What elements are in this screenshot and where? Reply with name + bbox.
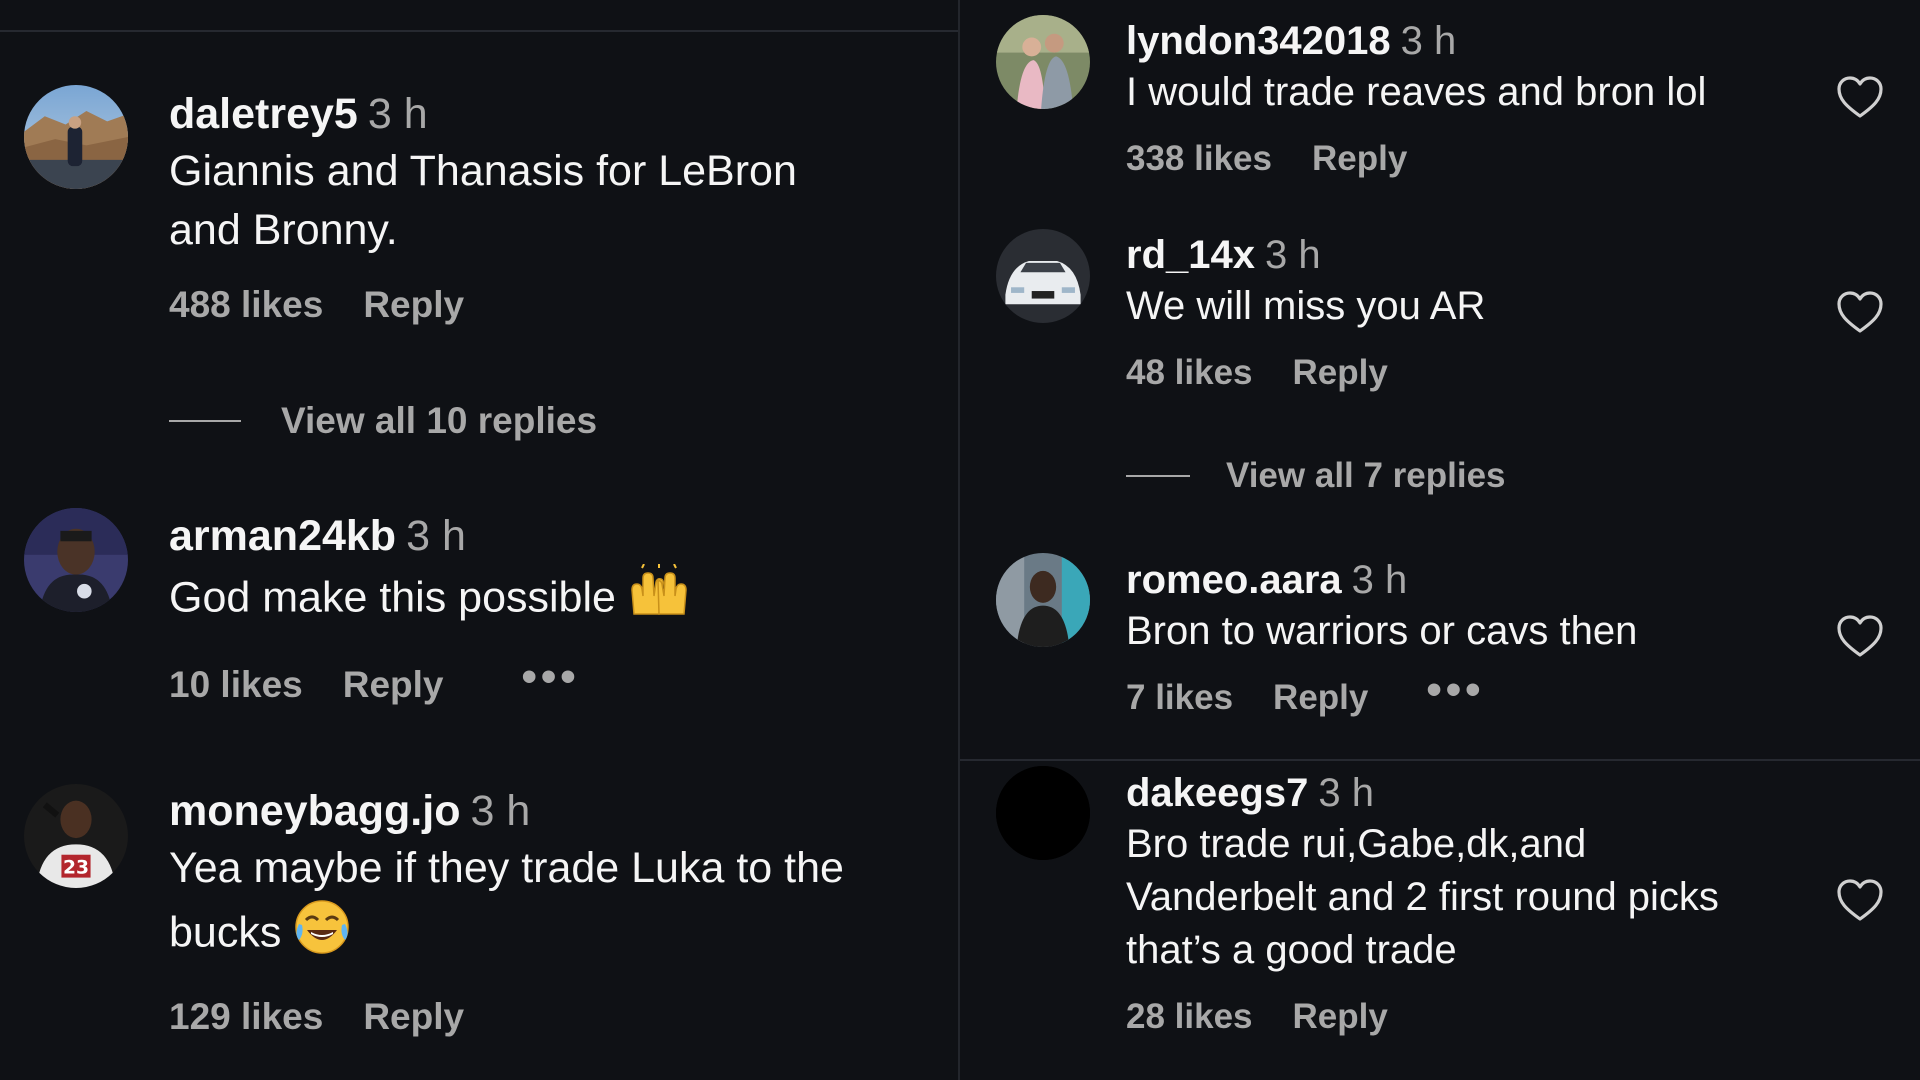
- comment-text-row: bucks: [169, 898, 949, 972]
- reply-button[interactable]: Reply: [363, 284, 464, 326]
- avatar[interactable]: [24, 85, 128, 189]
- heart-outline-icon: [1837, 879, 1883, 921]
- reply-button[interactable]: Reply: [343, 664, 444, 706]
- svg-text:23: 23: [63, 857, 89, 878]
- avatar[interactable]: [996, 15, 1090, 109]
- likes-count[interactable]: 48 likes: [1126, 353, 1253, 393]
- comment-text-line: and Bronny.: [169, 206, 398, 254]
- heart-outline-icon: [1837, 76, 1883, 118]
- like-button[interactable]: [1836, 614, 1884, 658]
- timestamp: 3 h: [1318, 771, 1374, 815]
- comment-text-line: God make this possible: [169, 573, 616, 622]
- username[interactable]: daletrey5: [169, 90, 358, 138]
- timestamp: 3 h: [1264, 233, 1321, 277]
- left-comments-panel: daletrey5 3 h Giannis and Thanasis for Le…: [0, 0, 958, 1080]
- reply-button[interactable]: Reply: [1312, 139, 1407, 179]
- person-photo-avatar: [996, 553, 1090, 647]
- comment-text: Bro trade rui,Gabe,dk,and Vanderbelt and…: [1126, 818, 1826, 977]
- likes-count[interactable]: 338 likes: [1126, 139, 1272, 179]
- view-replies-label: View all 7 replies: [1226, 456, 1506, 495]
- likes-count[interactable]: 129 likes: [169, 996, 323, 1038]
- username[interactable]: moneybagg.jo: [169, 787, 460, 835]
- avatar[interactable]: [996, 766, 1090, 860]
- avatar[interactable]: [996, 553, 1090, 647]
- comment-meta: 7 likes Reply •••: [1126, 668, 1766, 718]
- replies-dash: [169, 420, 241, 422]
- comment-text: I would trade reaves and bron lol: [1126, 66, 1766, 119]
- black-avatar: [996, 766, 1090, 860]
- comment-text-line: that’s a good trade: [1126, 928, 1457, 972]
- timestamp: 3 h: [1351, 558, 1408, 602]
- raising-hands-emoji: [628, 563, 690, 636]
- comment-text: God make this possible: [169, 563, 929, 636]
- heart-outline-icon: [1837, 291, 1883, 333]
- reply-button[interactable]: Reply: [363, 996, 464, 1038]
- comment-meta: 28 likes Reply: [1126, 997, 1826, 1037]
- likes-count[interactable]: 7 likes: [1126, 678, 1233, 718]
- view-replies-button[interactable]: View all 10 replies: [169, 400, 597, 442]
- username[interactable]: lyndon342018: [1126, 19, 1391, 63]
- username[interactable]: romeo.aara: [1126, 558, 1342, 602]
- top-divider: [0, 30, 958, 32]
- comment-text-line: bucks: [169, 908, 282, 957]
- comment-meta: 488 likes Reply: [169, 284, 929, 326]
- comment-text-line: Yea maybe if they trade Luka to the: [169, 844, 844, 892]
- comment-header: lyndon342018 3 h: [1126, 16, 1766, 66]
- comment-header: daletrey5 3 h: [169, 88, 929, 140]
- comment-header: rd_14x 3 h: [1126, 230, 1766, 280]
- comment-header: romeo.aara 3 h: [1126, 555, 1766, 605]
- comment-text-line: We will miss you AR: [1126, 284, 1486, 328]
- white-car-photo-avatar: [996, 229, 1090, 323]
- replies-dash: [1126, 475, 1190, 477]
- person-photo-avatar: [24, 508, 128, 612]
- tears-of-joy-emoji: [293, 898, 351, 972]
- more-options-button[interactable]: •••: [1426, 668, 1484, 712]
- comment-text: Bron to warriors or cavs then: [1126, 605, 1766, 658]
- username[interactable]: rd_14x: [1126, 233, 1255, 277]
- likes-count[interactable]: 488 likes: [169, 284, 323, 326]
- likes-count[interactable]: 10 likes: [169, 664, 303, 706]
- right-comments-panel: lyndon342018 3 h I would trade reaves and…: [960, 0, 1920, 1080]
- like-button[interactable]: [1836, 75, 1884, 119]
- comment-text: Giannis and Thanasis for LeBron and Bron…: [169, 142, 929, 260]
- comment-text-line: Vanderbelt and 2 first round picks: [1126, 875, 1719, 919]
- comment-header: moneybagg.jo 3 h: [169, 785, 949, 837]
- comment-header: dakeegs7 3 h: [1126, 768, 1826, 818]
- comment-meta: 338 likes Reply: [1126, 139, 1766, 179]
- comment-meta: 129 likes Reply: [169, 996, 949, 1038]
- timestamp: 3 h: [470, 787, 531, 835]
- comment-meta: 10 likes Reply •••: [169, 655, 929, 706]
- comment-text-line: I would trade reaves and bron lol: [1126, 70, 1707, 114]
- comment-text-line: Giannis and Thanasis for LeBron: [169, 147, 797, 195]
- like-button[interactable]: [1836, 290, 1884, 334]
- comment-text-line: Bro trade rui,Gabe,dk,and: [1126, 822, 1587, 866]
- timestamp: 3 h: [406, 512, 466, 560]
- couple-photo-avatar: [996, 15, 1090, 109]
- heart-outline-icon: [1837, 615, 1883, 657]
- view-replies-label: View all 10 replies: [281, 400, 598, 441]
- timestamp: 3 h: [367, 90, 428, 138]
- like-button[interactable]: [1836, 878, 1884, 922]
- username[interactable]: dakeegs7: [1126, 771, 1308, 815]
- reply-button[interactable]: Reply: [1293, 997, 1388, 1037]
- avatar[interactable]: 23: [24, 784, 128, 888]
- username[interactable]: arman24kb: [169, 512, 396, 560]
- comment-text-line: Bron to warriors or cavs then: [1126, 609, 1638, 653]
- avatar[interactable]: [24, 508, 128, 612]
- comment-meta: 48 likes Reply: [1126, 353, 1766, 393]
- comment-header: arman24kb 3 h: [169, 510, 929, 562]
- view-replies-button[interactable]: View all 7 replies: [1126, 456, 1506, 496]
- section-divider: [960, 759, 1920, 761]
- jersey-23-photo-avatar: 23: [24, 784, 128, 888]
- more-options-button[interactable]: •••: [522, 655, 580, 699]
- timestamp: 3 h: [1400, 19, 1457, 63]
- avatar[interactable]: [996, 229, 1090, 323]
- comment-text: Yea maybe if they trade Luka to the buck…: [169, 839, 949, 972]
- comment-text: We will miss you AR: [1126, 280, 1766, 333]
- landscape-photo-avatar: [24, 85, 128, 189]
- reply-button[interactable]: Reply: [1273, 678, 1368, 718]
- likes-count[interactable]: 28 likes: [1126, 997, 1253, 1037]
- reply-button[interactable]: Reply: [1293, 353, 1388, 393]
